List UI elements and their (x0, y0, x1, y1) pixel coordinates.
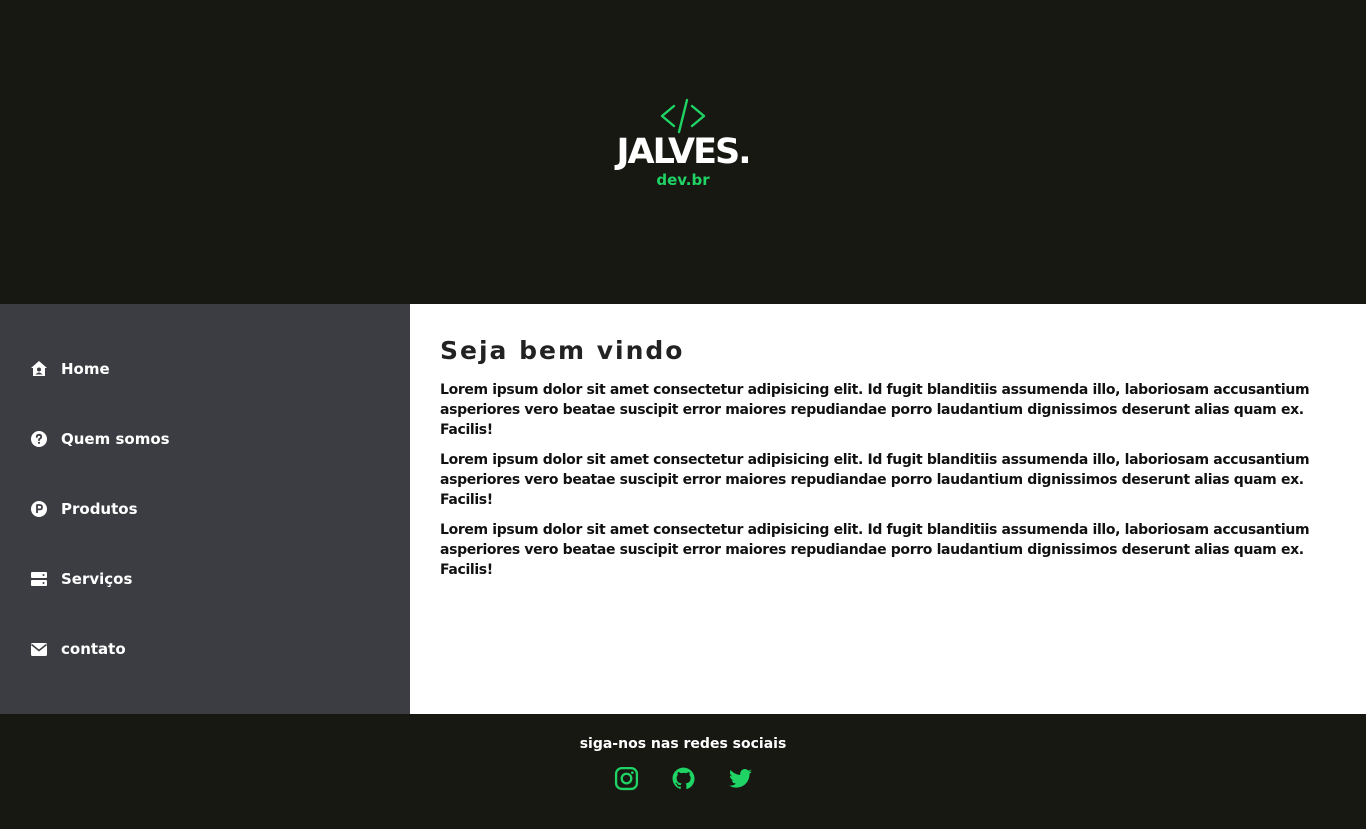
house-user-icon (30, 360, 48, 378)
envelope-icon (30, 640, 48, 658)
brand-name: JALVES. (616, 132, 751, 172)
paragraph: Lorem ipsum dolor sit amet consectetur a… (440, 382, 1310, 438)
server-icon (30, 570, 48, 588)
brand-subtitle: dev.br (656, 171, 710, 189)
site-footer: siga-nos nas redes sociais (0, 714, 1366, 829)
sidebar-item-servicos[interactable]: Serviços (0, 544, 410, 614)
site-header: JALVES. dev.br (0, 0, 1366, 304)
github-icon[interactable] (671, 766, 696, 791)
product-p-icon (30, 500, 48, 518)
paragraph: Lorem ipsum dolor sit amet consectetur a… (440, 522, 1310, 578)
sidebar-item-produtos[interactable]: Produtos (0, 474, 410, 544)
footer-text: siga-nos nas redes sociais (579, 736, 787, 752)
sidebar-item-label: Produtos (61, 500, 138, 518)
twitter-icon[interactable] (728, 766, 753, 791)
social-links (614, 766, 753, 791)
sidebar-item-label: contato (61, 640, 126, 658)
sidebar-item-contato[interactable]: contato (0, 614, 410, 684)
question-circle-icon (30, 430, 48, 448)
sidebar-item-quem-somos[interactable]: Quem somos (0, 404, 410, 474)
brand-logo[interactable]: JALVES. dev.br (616, 98, 752, 189)
instagram-icon[interactable] (614, 766, 639, 791)
sidebar-item-label: Quem somos (61, 430, 170, 448)
paragraph: Lorem ipsum dolor sit amet consectetur a… (440, 452, 1310, 508)
content-area: Home Quem somos Produtos Serviços contat… (0, 304, 1366, 714)
sidebar-item-home[interactable]: Home (0, 334, 410, 404)
sidebar-item-label: Home (61, 360, 110, 378)
sidebar: Home Quem somos Produtos Serviços contat… (0, 304, 410, 714)
main-content: Seja bem vindo Lorem ipsum dolor sit ame… (410, 304, 1366, 714)
page-title: Seja bem vindo (440, 336, 685, 365)
sidebar-item-label: Serviços (61, 570, 133, 588)
